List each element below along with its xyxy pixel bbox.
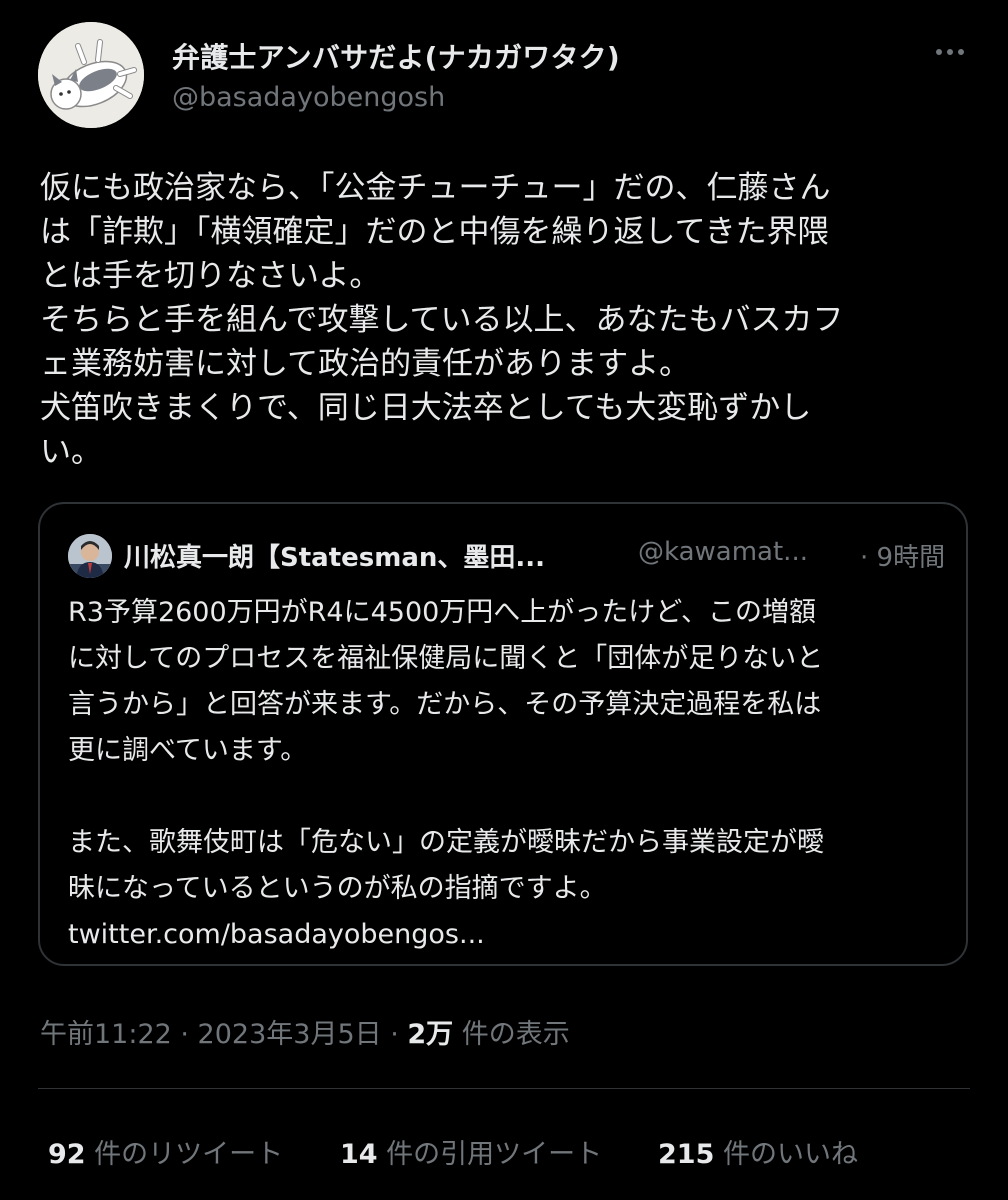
tweet-text-line: そちらと手を組んで攻撃している以上、あなたもバスカフ <box>40 302 844 338</box>
likes-count: 215 <box>658 1139 715 1170</box>
views-count: 2万 <box>407 1019 454 1050</box>
tweet-text-line: 仮にも政治家なら、「公金チューチュー」だの、仁藤さん <box>40 170 831 206</box>
quoted-text-line: 昧になっているというのが私の指摘ですよ。 <box>68 873 607 904</box>
more-options-button[interactable] <box>928 40 972 64</box>
tweet-detail: 弁護士アンバサだよ(ナカガワタク) @basadayobengosh 仮にも政治… <box>0 0 1008 1200</box>
author-avatar[interactable] <box>38 22 144 128</box>
quoted-tweet-text: R3予算2600万円がR4に4500万円へ上がったけど、この増額 に対してのプロ… <box>68 590 948 958</box>
quoted-author-handle: @kawamat... <box>638 537 808 567</box>
likes-stat[interactable]: 215 件のいいね <box>658 1132 858 1171</box>
retweets-label: 件のリツイート <box>85 1139 284 1170</box>
quoted-tweet-link: twitter.com/basadayobengos... <box>68 919 485 950</box>
views-label: 件の表示 <box>453 1019 570 1050</box>
more-horizontal-icon-dot <box>958 49 964 55</box>
cat-avatar-image <box>38 22 144 128</box>
tweet-text: 仮にも政治家なら、「公金チューチュー」だの、仁藤さん は「詐欺」「横領確定」だの… <box>40 166 970 474</box>
quoted-text-line: 言うから」と回答が来ます。だから、その予算決定過程を私は <box>68 689 822 720</box>
quotes-count: 14 <box>340 1139 378 1170</box>
likes-label: 件のいいね <box>714 1139 858 1170</box>
tweet-text-line: い。 <box>40 434 102 470</box>
person-avatar-image <box>68 534 112 578</box>
tweet-text-line: は「詐欺」「横領確定」だのと中傷を繰り返してきた界隈 <box>40 214 829 250</box>
quotes-stat[interactable]: 14 件の引用ツイート <box>340 1132 602 1171</box>
tweet-meta: 午前11:22 · 2023年3月5日 · 2万 件の表示 <box>40 1012 570 1051</box>
quoted-text-line: 更に調べています。 <box>68 735 308 766</box>
author-display-name[interactable]: 弁護士アンバサだよ(ナカガワタク) <box>172 36 620 76</box>
retweets-count: 92 <box>48 1139 86 1170</box>
divider <box>38 1088 970 1089</box>
quoted-author-name: 川松真一朗【Statesman、墨田... <box>124 543 546 573</box>
tweet-text-line: とは手を切りなさいよ。 <box>40 258 381 294</box>
tweet-text-line: 犬笛吹きまくりで、同じ日大法卒としても大変恥ずかし <box>40 390 812 426</box>
quoted-tweet-time: · 9時間 <box>860 543 946 573</box>
quotes-label: 件の引用ツイート <box>377 1139 603 1170</box>
more-horizontal-icon-dot <box>947 49 953 55</box>
retweets-stat[interactable]: 92 件のリツイート <box>48 1132 283 1171</box>
quoted-text-line: に対してのプロセスを福祉保健局に聞くと「団体が足りないと <box>68 643 824 674</box>
quoted-text-line: また、歌舞伎町は「危ない」の定義が曖昧だから事業設定が曖 <box>68 827 824 858</box>
tweet-text-line: ェ業務妨害に対して政治的責任がありますよ。 <box>40 346 691 382</box>
quoted-text-line: R3予算2600万円がR4に4500万円へ上がったけど、この増額 <box>68 597 816 628</box>
author-handle[interactable]: @basadayobengosh <box>172 82 445 113</box>
quoted-tweet-card[interactable]: 川松真一朗【Statesman、墨田... @kawamat... · 9時間 … <box>38 502 968 966</box>
quoted-author-avatar <box>68 534 112 578</box>
more-horizontal-icon <box>936 49 942 55</box>
tweet-timestamp[interactable]: 午前11:22 · 2023年3月5日 · <box>40 1019 407 1050</box>
